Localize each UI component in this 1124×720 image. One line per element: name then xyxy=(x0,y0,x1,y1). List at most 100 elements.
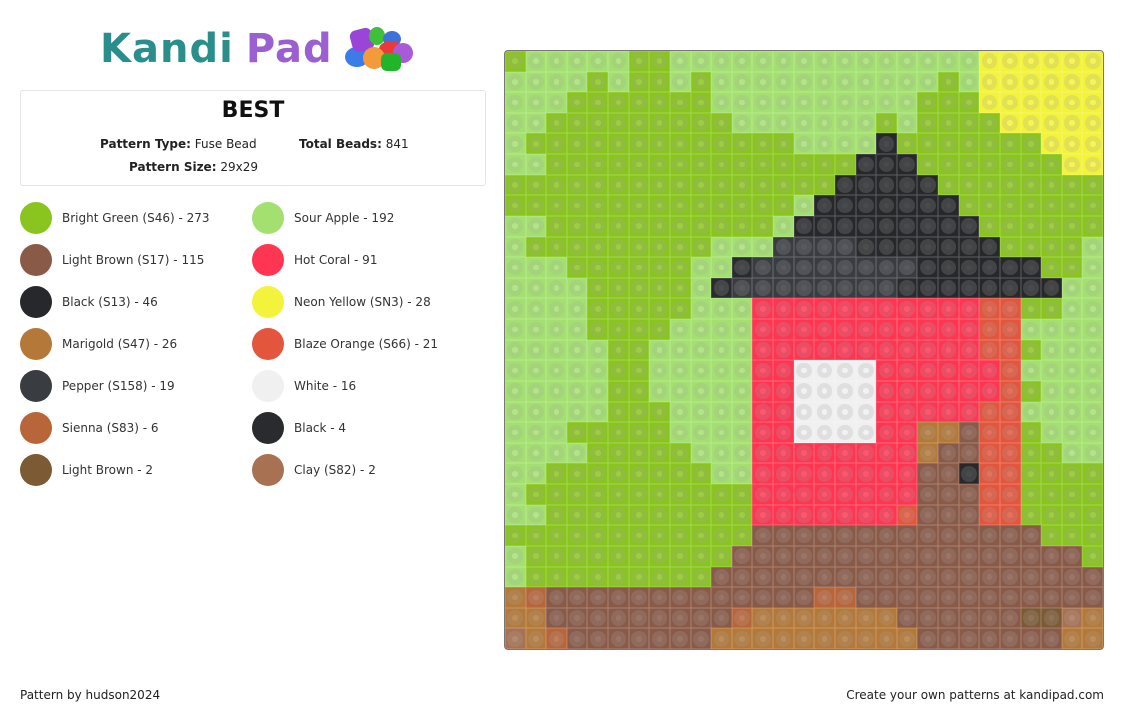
bead xyxy=(814,319,835,340)
bead xyxy=(669,133,691,155)
bead xyxy=(546,319,567,340)
bead xyxy=(711,319,732,340)
bead xyxy=(855,484,877,505)
bead xyxy=(752,545,774,567)
bead xyxy=(525,195,547,216)
bead xyxy=(669,442,691,464)
bead xyxy=(814,566,835,588)
bead xyxy=(566,92,588,113)
bead xyxy=(938,463,959,485)
bead xyxy=(999,607,1021,629)
kandipad-link[interactable]: Create your own patterns at kandipad.com xyxy=(846,688,1104,702)
bead xyxy=(566,277,588,299)
bead xyxy=(649,195,670,216)
bead xyxy=(958,215,980,237)
bead xyxy=(690,484,712,505)
bead xyxy=(628,319,650,340)
bead xyxy=(525,339,547,361)
legend-item: Black (S13) - 46 xyxy=(20,286,158,318)
bead xyxy=(752,339,774,361)
bead xyxy=(649,215,670,237)
bead xyxy=(896,71,918,93)
bead xyxy=(834,195,856,216)
legend-label: Light Brown (S17) - 115 xyxy=(62,253,205,267)
bead xyxy=(1020,401,1042,423)
bead xyxy=(731,174,753,196)
bead xyxy=(834,277,856,299)
bead xyxy=(1082,71,1103,93)
bead xyxy=(979,504,1000,526)
bead xyxy=(876,92,897,113)
bead xyxy=(711,339,732,361)
bead xyxy=(793,566,815,588)
bead xyxy=(938,422,959,443)
bead xyxy=(525,566,547,588)
color-swatch xyxy=(20,370,52,402)
bead xyxy=(855,174,877,196)
bead xyxy=(958,380,980,402)
bead xyxy=(1041,154,1062,175)
bead xyxy=(752,215,774,237)
bead xyxy=(814,360,835,381)
bead xyxy=(896,401,918,423)
bead xyxy=(566,607,588,629)
bead xyxy=(896,339,918,361)
bead xyxy=(1020,360,1042,381)
bead xyxy=(587,525,609,546)
bead xyxy=(979,484,1000,505)
bead xyxy=(855,545,877,567)
bead xyxy=(979,401,1000,423)
bead xyxy=(958,92,980,113)
bead xyxy=(1061,174,1083,196)
bead xyxy=(876,401,897,423)
bead xyxy=(505,298,526,320)
bead xyxy=(979,566,1000,588)
bead xyxy=(814,545,835,567)
bead xyxy=(505,195,526,216)
bead xyxy=(1020,277,1042,299)
bead xyxy=(731,607,753,629)
bead xyxy=(999,463,1021,485)
bead xyxy=(525,360,547,381)
bead xyxy=(752,277,774,299)
bead xyxy=(690,401,712,423)
bead xyxy=(917,525,939,546)
bead xyxy=(1041,236,1062,258)
bead xyxy=(1082,566,1103,588)
bead xyxy=(752,442,774,464)
bead xyxy=(793,360,815,381)
bead xyxy=(731,380,753,402)
kandipad-logo[interactable]: Kandi Pad xyxy=(100,24,417,74)
bead xyxy=(525,504,547,526)
bead xyxy=(834,545,856,567)
bead xyxy=(587,484,609,505)
bead xyxy=(1082,154,1103,175)
bead xyxy=(793,215,815,237)
bead xyxy=(1020,51,1042,72)
bead xyxy=(896,545,918,567)
bead xyxy=(1020,545,1042,567)
bead xyxy=(505,484,526,505)
bead xyxy=(546,525,567,546)
bead xyxy=(608,277,629,299)
bead xyxy=(628,339,650,361)
pattern-credit: Pattern by hudson2024 xyxy=(20,688,161,702)
bead xyxy=(855,236,877,258)
pattern-type: Pattern Type: Fuse Bead xyxy=(100,137,257,151)
bead xyxy=(587,257,609,278)
bead xyxy=(896,154,918,175)
legend-label: Sienna (S83) - 6 xyxy=(62,421,159,435)
legend-label: Black - 4 xyxy=(294,421,347,435)
bead xyxy=(814,607,835,629)
color-swatch xyxy=(20,286,52,318)
bead xyxy=(979,133,1000,155)
bead xyxy=(793,236,815,258)
bead xyxy=(505,442,526,464)
bead xyxy=(814,92,835,113)
bead xyxy=(855,401,877,423)
bead xyxy=(1061,545,1083,567)
bead xyxy=(979,51,1000,72)
bead xyxy=(979,277,1000,299)
bead xyxy=(608,215,629,237)
bead xyxy=(917,566,939,588)
